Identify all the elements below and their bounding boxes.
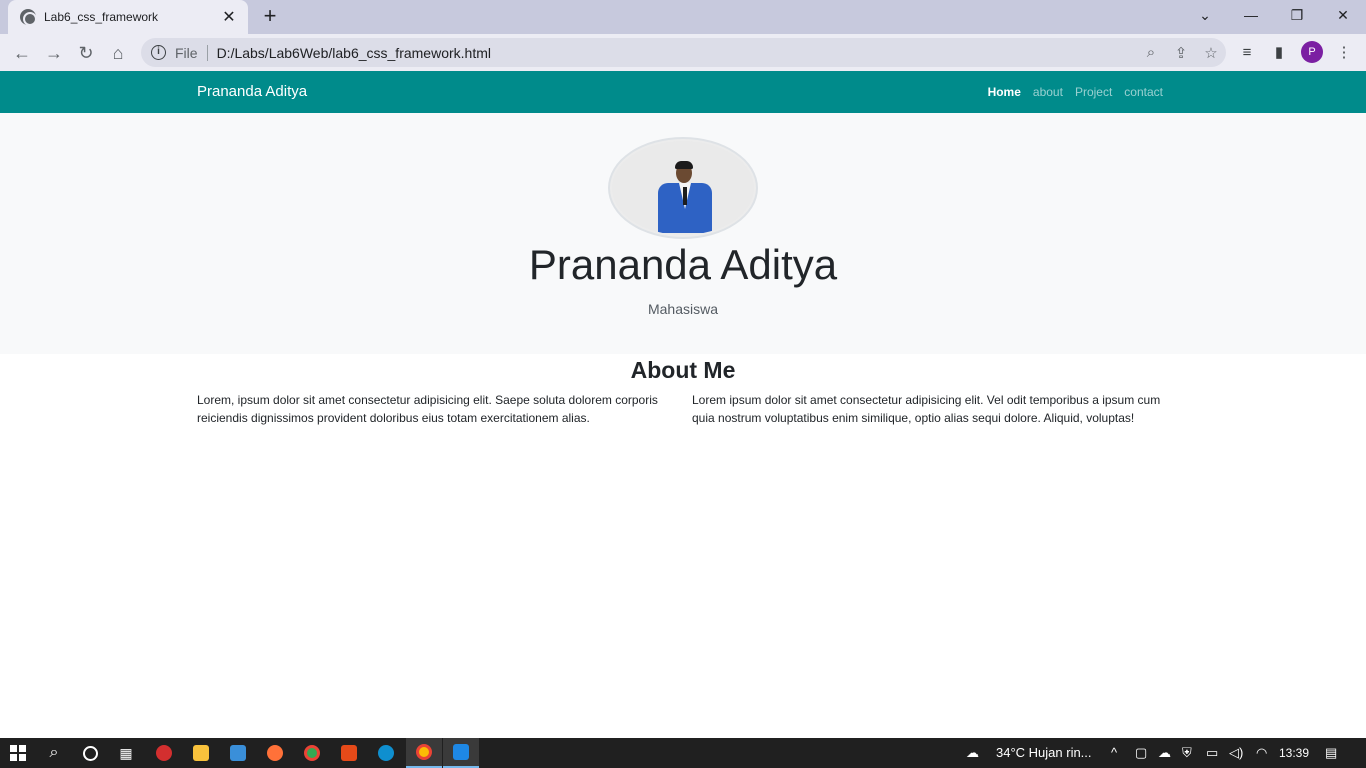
share-icon[interactable]: ⇪ [1166,44,1196,62]
reload-icon[interactable]: ↻ [73,40,99,66]
side-panel-icon[interactable]: ▮ [1268,42,1290,64]
chrome-icon[interactable] [294,738,330,768]
tab-title: Lab6_css_framework [44,10,159,24]
site-navbar: Prananda Aditya Home about Project conta… [0,71,1366,113]
url-text[interactable]: D:/Labs/Lab6Web/lab6_css_framework.html [217,45,1136,61]
meet-now-icon[interactable]: ▢ [1135,738,1147,768]
cortana-icon[interactable] [72,738,108,768]
nav-link-contact[interactable]: contact [1124,85,1163,99]
firefox-icon[interactable] [257,738,293,768]
page-content: Prananda Aditya Home about Project conta… [0,71,1366,738]
store-icon[interactable] [220,738,256,768]
forward-arrow-icon[interactable]: → [41,40,67,66]
chrome-active-icon[interactable] [406,738,442,768]
close-tab-icon[interactable]: ✕ [220,7,238,27]
home-icon[interactable]: ⌂ [105,40,131,66]
info-icon[interactable]: i [151,45,166,60]
weather-icon[interactable]: ☁ [966,738,979,768]
restore-button[interactable]: ❐ [1274,0,1320,30]
task-view-icon[interactable]: ▦ [108,738,144,768]
volume-icon[interactable]: ◁) [1229,738,1243,768]
site-nav-links: Home about Project contact [988,85,1163,99]
browser-tab-strip: Lab6_css_framework ✕ + ⌄ — ❐ ✕ [0,0,1366,34]
security-icon[interactable]: ⛨ [1182,738,1192,768]
bookmark-star-icon[interactable]: ☆ [1196,44,1226,62]
windows-start-icon[interactable] [0,738,36,768]
nav-link-project[interactable]: Project [1075,85,1112,99]
about-text-right: Lorem ipsum dolor sit amet consectetur a… [692,393,1161,425]
hero-role: Mahasiswa [647,301,719,317]
omnibox-divider [206,44,208,61]
clock[interactable]: 13:39 [1279,738,1309,768]
onedrive-icon[interactable]: ☁ [1158,738,1171,768]
notification-icon[interactable]: ▤ [1325,738,1337,768]
browser-tab[interactable]: Lab6_css_framework ✕ [8,0,248,34]
globe-icon [20,9,37,26]
nav-link-about[interactable]: about [1033,85,1063,99]
minimize-button[interactable]: — [1228,0,1274,30]
hero-section: Prananda Aditya Mahasiswa [0,113,1366,354]
battery-icon[interactable]: ▭ [1206,738,1218,768]
windows-taskbar: ⌕ ▦ ☁ 34°C Hujan rin... ^ ▢ ☁ ⛨ ▭ ◁) ◠ 1… [0,738,1366,768]
app-red-icon[interactable] [146,738,182,768]
weather-text[interactable]: 34°C Hujan rin... [996,738,1092,768]
wifi-icon[interactable]: ◠ [1256,738,1267,768]
about-text-left: Lorem, ipsum dolor sit amet consectetur … [197,393,658,425]
tab-search-icon[interactable]: ⌄ [1182,0,1228,30]
edge-icon[interactable] [368,738,404,768]
zoom-icon[interactable]: ⌕ [1136,44,1166,61]
profile-photo [608,137,758,239]
vscode-icon[interactable] [443,738,479,768]
about-heading: About Me [630,357,736,383]
close-window-button[interactable]: ✕ [1320,0,1366,30]
scheme-label: File [175,44,198,61]
browser-toolbar: ← → ↻ ⌂ i File D:/Labs/Lab6Web/lab6_css_… [0,34,1366,71]
media-queue-icon[interactable]: ≡ [1236,42,1258,64]
file-explorer-icon[interactable] [183,738,219,768]
back-arrow-icon[interactable]: ← [9,40,35,66]
profile-avatar[interactable]: P [1301,41,1323,63]
menu-dots-icon[interactable]: ⋮ [1333,42,1355,64]
tray-chevron-icon[interactable]: ^ [1111,738,1117,768]
site-brand[interactable]: Prananda Aditya [197,83,307,100]
search-icon[interactable]: ⌕ [36,738,72,768]
hero-name: Prananda Aditya [528,241,838,288]
new-tab-button[interactable]: + [258,5,282,29]
office-icon[interactable] [331,738,367,768]
address-bar[interactable]: i File D:/Labs/Lab6Web/lab6_css_framewor… [141,38,1226,67]
nav-link-home[interactable]: Home [988,85,1021,99]
